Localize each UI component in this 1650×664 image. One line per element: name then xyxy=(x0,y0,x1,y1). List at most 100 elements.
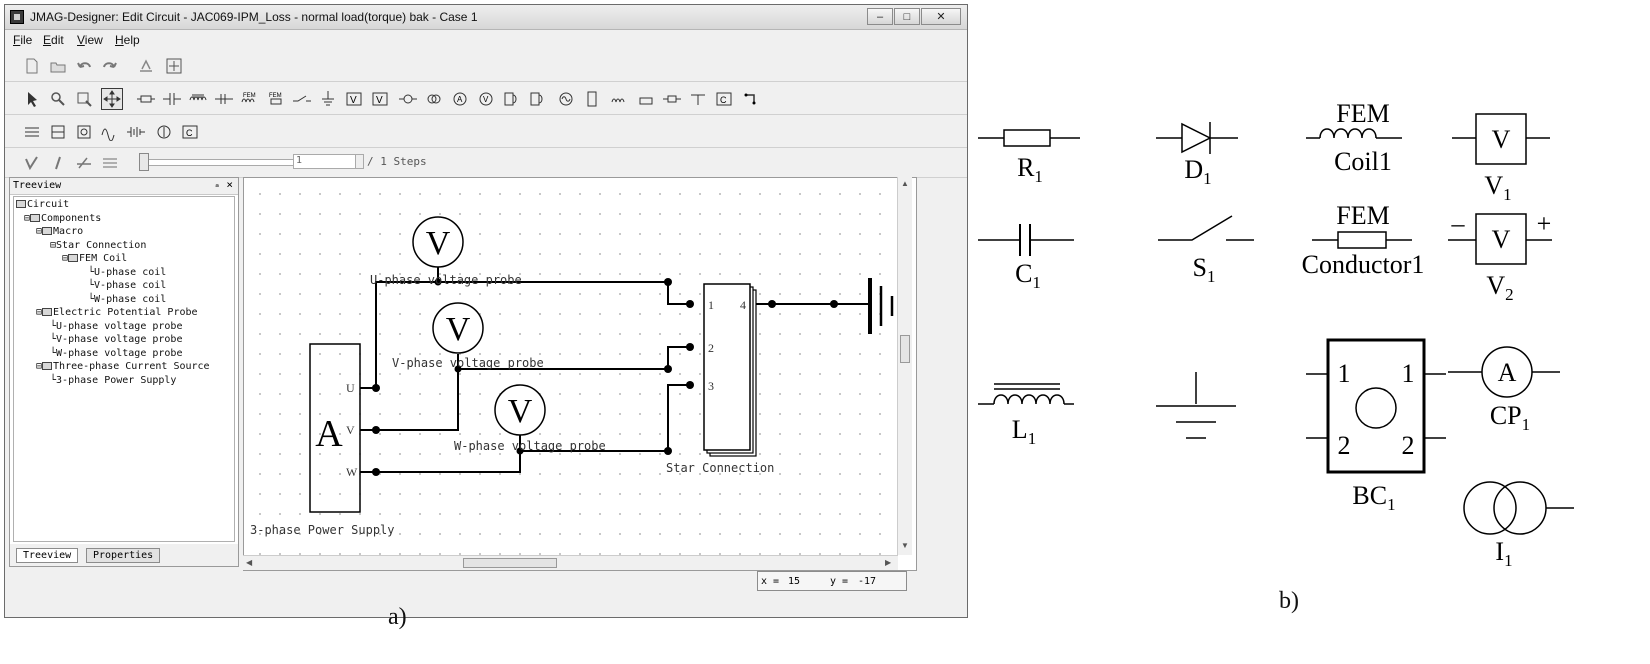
step-slider-thumb[interactable] xyxy=(139,153,149,171)
bc-tool-icon[interactable] xyxy=(75,123,93,141)
check-icon[interactable] xyxy=(23,154,41,172)
axis-tool-icon[interactable] xyxy=(75,154,93,172)
pin-icon[interactable]: ₐ xyxy=(214,179,220,190)
tab-treeview[interactable]: Treeview xyxy=(16,548,79,563)
tree-node[interactable]: ⊟ Three-phase Current Source xyxy=(36,361,210,372)
new-file-icon[interactable] xyxy=(23,57,41,75)
control-tool-icon[interactable]: C xyxy=(181,123,199,141)
pan-icon[interactable] xyxy=(101,88,123,110)
waveform-tool-icon[interactable] xyxy=(101,123,119,142)
junction-dot xyxy=(372,384,380,392)
star-connection-label: Star Connection xyxy=(666,461,774,475)
star-port-4: 4 xyxy=(740,298,746,312)
tree-node[interactable]: ⊟ Components xyxy=(24,213,101,224)
graph-tool-icon[interactable] xyxy=(101,154,119,172)
battery-tool-icon[interactable] xyxy=(583,90,601,108)
diode-tool-icon[interactable] xyxy=(215,90,233,108)
step-slider-track[interactable] xyxy=(143,159,295,166)
generator-tool-icon[interactable] xyxy=(529,90,547,108)
tree-node[interactable]: └U-phase voltage probe xyxy=(50,321,182,332)
tree-node[interactable]: └W-phase voltage probe xyxy=(50,348,182,359)
bc-pin-2-left: 2 xyxy=(1338,431,1351,460)
tree-node[interactable]: ⊟ Electric Potential Probe xyxy=(36,307,198,318)
transformer-tool-icon[interactable] xyxy=(425,90,443,108)
step-spinner[interactable] xyxy=(355,154,364,169)
circuit-drawing: V V V A U-phase voltage probe V-phase vo… xyxy=(250,216,894,537)
properties-icon[interactable] xyxy=(137,57,155,75)
ground-tool-icon[interactable] xyxy=(319,90,337,108)
menu-view[interactable]: View xyxy=(77,33,103,47)
fem-component-tool-icon[interactable] xyxy=(637,90,655,108)
tree-node[interactable]: ⊟Star Connection xyxy=(50,240,146,251)
minimize-button[interactable]: – xyxy=(867,8,893,25)
block-tool-icon[interactable] xyxy=(49,123,67,141)
capacitor-tool-icon[interactable] xyxy=(163,90,181,108)
sine-source-tool-icon[interactable] xyxy=(557,90,575,108)
tree-node[interactable]: ⊟ Macro xyxy=(36,226,83,237)
line-tool-icon[interactable] xyxy=(49,154,67,172)
terminal-tool-icon[interactable] xyxy=(663,90,681,108)
vertical-scroll-thumb[interactable] xyxy=(900,335,910,363)
treeview-panel: Treeview ₐ × Circuit ⊟ Components ⊟ Macro … xyxy=(9,177,239,567)
fit-view-icon[interactable] xyxy=(165,57,183,75)
open-file-icon[interactable] xyxy=(49,57,67,75)
fem-conductor-tool-icon[interactable]: FEM xyxy=(267,90,285,108)
tree-node[interactable]: └W-phase coil xyxy=(88,294,166,305)
circuit-canvas[interactable]: V V V A U-phase voltage probe V-phase vo… xyxy=(243,177,917,571)
macro-tool-icon[interactable]: C xyxy=(715,90,733,108)
menu-file[interactable]: File xyxy=(13,33,32,47)
current-probe-tool-icon[interactable] xyxy=(399,90,417,108)
fem-conductor-top-label: FEM xyxy=(1336,201,1389,230)
voltage-probe-tool-icon[interactable]: V xyxy=(371,90,389,108)
tree-node[interactable]: ⊟ FEM Coil xyxy=(62,253,127,264)
bc-circle xyxy=(1355,387,1397,429)
resistor-tool-icon[interactable] xyxy=(137,90,155,108)
tree-node[interactable]: └V-phase coil xyxy=(88,280,166,291)
ammeter-tool-icon[interactable]: A xyxy=(451,90,469,108)
toolbar-file xyxy=(5,51,967,82)
battery-cells-tool-icon[interactable] xyxy=(127,123,145,141)
scroll-right-icon[interactable]: ▶ xyxy=(885,558,891,567)
switch-tool-icon[interactable] xyxy=(293,90,311,108)
tree-node[interactable]: Circuit xyxy=(16,199,69,210)
redo-icon[interactable] xyxy=(101,57,119,75)
select-pointer-icon[interactable] xyxy=(23,90,41,108)
capacitor-label: C xyxy=(1015,259,1032,288)
zoom-icon[interactable] xyxy=(49,90,67,108)
tree-node[interactable]: └V-phase voltage probe xyxy=(50,334,182,345)
title-bar[interactable]: JMAG-Designer: Edit Circuit - JAC069-IPM… xyxy=(5,5,967,30)
scroll-left-icon[interactable]: ◀ xyxy=(246,558,252,567)
vertical-scrollbar[interactable]: ▲ ▼ xyxy=(897,177,912,555)
voltage-source-tool-icon[interactable]: V xyxy=(345,90,363,108)
current-source-tool-icon[interactable] xyxy=(155,123,173,141)
step-input[interactable]: 1 xyxy=(293,154,363,169)
horizontal-scrollbar[interactable]: ◀ ▶ xyxy=(243,555,898,570)
tab-properties[interactable]: Properties xyxy=(86,548,161,563)
three-phase-tool-icon[interactable] xyxy=(23,123,41,141)
wire-tool-icon[interactable] xyxy=(743,90,761,108)
menu-help[interactable]: Help xyxy=(115,33,140,47)
close-panel-icon[interactable]: × xyxy=(226,178,233,191)
svg-text:V1: V1 xyxy=(1484,171,1511,204)
tree-node[interactable]: └U-phase coil xyxy=(88,267,166,278)
fem-link-tool-icon[interactable] xyxy=(689,90,707,108)
voltage-probe-plus: + xyxy=(1537,209,1552,238)
scroll-up-icon[interactable]: ▲ xyxy=(901,179,909,188)
zoom-area-icon[interactable] xyxy=(75,90,93,108)
fem-winding-tool-icon[interactable] xyxy=(611,90,629,108)
motor-tool-icon[interactable] xyxy=(503,90,521,108)
toolbar-circuit-elements: FEM FEM V V A V C xyxy=(5,84,967,115)
jmag-window: JMAG-Designer: Edit Circuit - JAC069-IPM… xyxy=(4,4,968,618)
junction-dot xyxy=(686,381,694,389)
svg-text:V: V xyxy=(376,95,383,106)
voltmeter-tool-icon[interactable]: V xyxy=(477,90,495,108)
close-button[interactable]: ✕ xyxy=(921,8,961,25)
horizontal-scroll-thumb[interactable] xyxy=(463,558,557,568)
maximize-button[interactable]: □ xyxy=(894,8,920,25)
inductor-tool-icon[interactable] xyxy=(189,90,207,108)
tree-node[interactable]: └3-phase Power Supply xyxy=(50,375,176,386)
undo-icon[interactable] xyxy=(75,57,93,75)
menu-edit[interactable]: Edit xyxy=(43,33,64,47)
scroll-down-icon[interactable]: ▼ xyxy=(901,541,909,550)
fem-coil-tool-icon[interactable]: FEM xyxy=(241,90,259,108)
